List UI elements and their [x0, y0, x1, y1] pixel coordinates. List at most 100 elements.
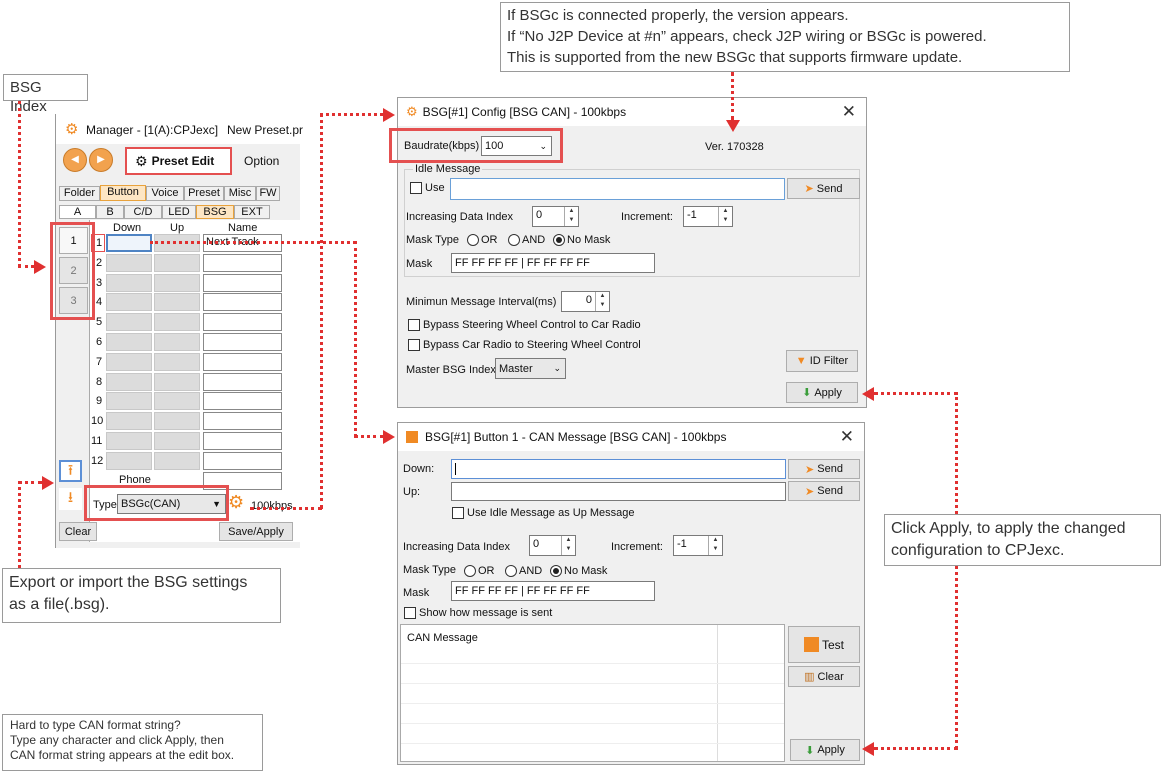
inc-data-index-stepper[interactable]: 0 ▲ ▼ [532, 206, 579, 227]
tab-button[interactable]: Button [100, 185, 146, 201]
row-down-cell[interactable] [106, 412, 152, 431]
button-apply-button[interactable]: ⬇ Apply [790, 739, 860, 761]
down-send-button[interactable]: ➤ Send [788, 459, 860, 479]
row-name-cell[interactable] [203, 313, 282, 332]
row-down-cell[interactable] [106, 333, 152, 351]
row-up-cell[interactable] [154, 352, 200, 371]
row-name-cell[interactable] [203, 392, 282, 411]
can-clear-button[interactable]: ▥ Clear [788, 666, 860, 687]
idle-message-input[interactable] [450, 178, 785, 200]
row-down-cell[interactable] [106, 451, 152, 470]
subtab-a[interactable]: A [59, 205, 96, 219]
row-name-cell[interactable] [203, 432, 282, 450]
subtab-ext[interactable]: EXT [234, 205, 270, 219]
row-up-cell[interactable] [154, 313, 200, 332]
btn-increment-value: -1 [677, 538, 687, 550]
row-down-cell[interactable] [106, 293, 152, 312]
up-input[interactable] [451, 482, 786, 501]
row-down-cell[interactable] [106, 352, 152, 371]
stepper-arrows-icon[interactable]: ▲ ▼ [595, 292, 609, 311]
row-up-cell[interactable] [154, 451, 200, 470]
tab-voice[interactable]: Voice [146, 186, 184, 201]
row-name-cell[interactable] [203, 253, 282, 272]
row-up-cell[interactable] [154, 253, 200, 272]
note-export-line2: as a file(.bsg). [9, 596, 110, 613]
clear-button[interactable]: Clear [59, 522, 97, 541]
tab-misc[interactable]: Misc [224, 186, 256, 201]
mask-input[interactable]: FF FF FF FF | FF FF FF FF [451, 253, 655, 273]
row-down-cell[interactable] [106, 392, 152, 411]
nav-forward-button[interactable]: ▶ [89, 148, 113, 172]
show-how-checkbox[interactable]: Show how message is sent [404, 607, 552, 620]
subtab-bsg[interactable]: BSG [196, 205, 234, 219]
bypass-swc-checkbox[interactable]: Bypass Steering Wheel Control to Car Rad… [408, 319, 641, 332]
save-apply-button[interactable]: Save/Apply [219, 522, 293, 541]
row-down-cell[interactable] [106, 253, 152, 272]
subtab-b[interactable]: B [96, 205, 124, 219]
idle-use-checkbox[interactable]: Use [410, 182, 445, 195]
btn-increment-stepper[interactable]: -1 ▲ ▼ [673, 535, 723, 556]
row-up-cell[interactable] [154, 412, 200, 431]
row-up-cell[interactable] [154, 273, 200, 292]
import-button[interactable]: ⭳ [59, 488, 82, 510]
btn-mask-input[interactable]: FF FF FF FF | FF FF FF FF [451, 581, 655, 601]
up-send-button[interactable]: ➤ Send [788, 481, 860, 501]
row-name-cell[interactable] [203, 273, 282, 292]
idle-send-button[interactable]: ➤ Send [787, 178, 860, 199]
row-up-cell[interactable] [154, 372, 200, 391]
row-name-cell[interactable] [203, 352, 282, 371]
row-down-cell[interactable] [106, 273, 152, 292]
stepper-arrows-icon[interactable]: ▲ ▼ [564, 207, 578, 226]
list-line [401, 723, 784, 724]
nav-back-button[interactable]: ◀ [63, 148, 87, 172]
row-up-cell[interactable] [154, 333, 200, 351]
min-interval-stepper[interactable]: 0 ▲ ▼ [561, 291, 610, 312]
tab-folder[interactable]: Folder [59, 186, 100, 201]
tab-fw[interactable]: FW [256, 186, 280, 201]
row-up-cell[interactable] [154, 293, 200, 312]
mask-none-radio[interactable]: No Mask [553, 234, 610, 247]
btn-mask-label: Mask [403, 587, 430, 599]
btn-mask-and-radio[interactable]: AND [505, 565, 542, 578]
config-gear-icon[interactable]: ⚙ [228, 492, 244, 513]
row-name-cell[interactable] [203, 333, 282, 351]
inc-data-index-label: Increasing Data Index [406, 211, 514, 223]
stepper-arrows-icon[interactable]: ▲ ▼ [718, 207, 732, 226]
stepper-arrows-icon[interactable]: ▲ ▼ [561, 536, 575, 555]
btn-mask-or-radio[interactable]: OR [464, 565, 495, 578]
mask-and-radio[interactable]: AND [508, 234, 545, 247]
test-button[interactable]: Test [788, 626, 860, 663]
use-idle-checkbox[interactable]: Use Idle Message as Up Message [452, 507, 635, 520]
row-up-cell[interactable] [154, 432, 200, 450]
master-bsg-select[interactable]: Master ⌄ [495, 358, 566, 379]
row-name-cell[interactable] [203, 293, 282, 312]
stepper-arrows-icon[interactable]: ▲ ▼ [708, 536, 722, 555]
btn-inc-data-index-stepper[interactable]: 0 ▲ ▼ [529, 535, 576, 556]
connector-export-v [18, 481, 21, 568]
row-up-cell[interactable] [154, 392, 200, 411]
row-down-cell[interactable] [106, 234, 152, 252]
export-button[interactable]: ⭱ [59, 460, 82, 482]
id-filter-label: ID Filter [809, 355, 849, 367]
mask-or-radio[interactable]: OR [467, 234, 498, 247]
increment-stepper[interactable]: -1 ▲ ▼ [683, 206, 733, 227]
subtab-led[interactable]: LED [162, 205, 196, 219]
config-apply-button[interactable]: ⬇ Apply [786, 382, 858, 403]
can-message-list[interactable]: CAN Message [400, 624, 785, 762]
row-down-cell[interactable] [106, 432, 152, 450]
row-down-cell[interactable] [106, 313, 152, 332]
row-name-cell[interactable] [203, 372, 282, 391]
row-name-cell[interactable] [203, 412, 282, 431]
down-input[interactable] [451, 459, 786, 479]
bypass-radio-checkbox[interactable]: Bypass Car Radio to Steering Wheel Contr… [408, 339, 641, 352]
config-close-icon[interactable]: ✕ [842, 102, 856, 122]
btn-mask-none-radio[interactable]: No Mask [550, 565, 607, 578]
button-close-icon[interactable]: ✕ [840, 427, 854, 447]
preset-edit-button[interactable]: ⚙ Preset Edit [125, 147, 232, 175]
option-menu[interactable]: Option [244, 154, 279, 168]
tab-preset[interactable]: Preset [184, 186, 224, 201]
row-down-cell[interactable] [106, 372, 152, 391]
row-name-cell[interactable] [203, 451, 282, 470]
id-filter-button[interactable]: ▼ ID Filter [786, 350, 858, 372]
subtab-cd[interactable]: C/D [124, 205, 162, 219]
